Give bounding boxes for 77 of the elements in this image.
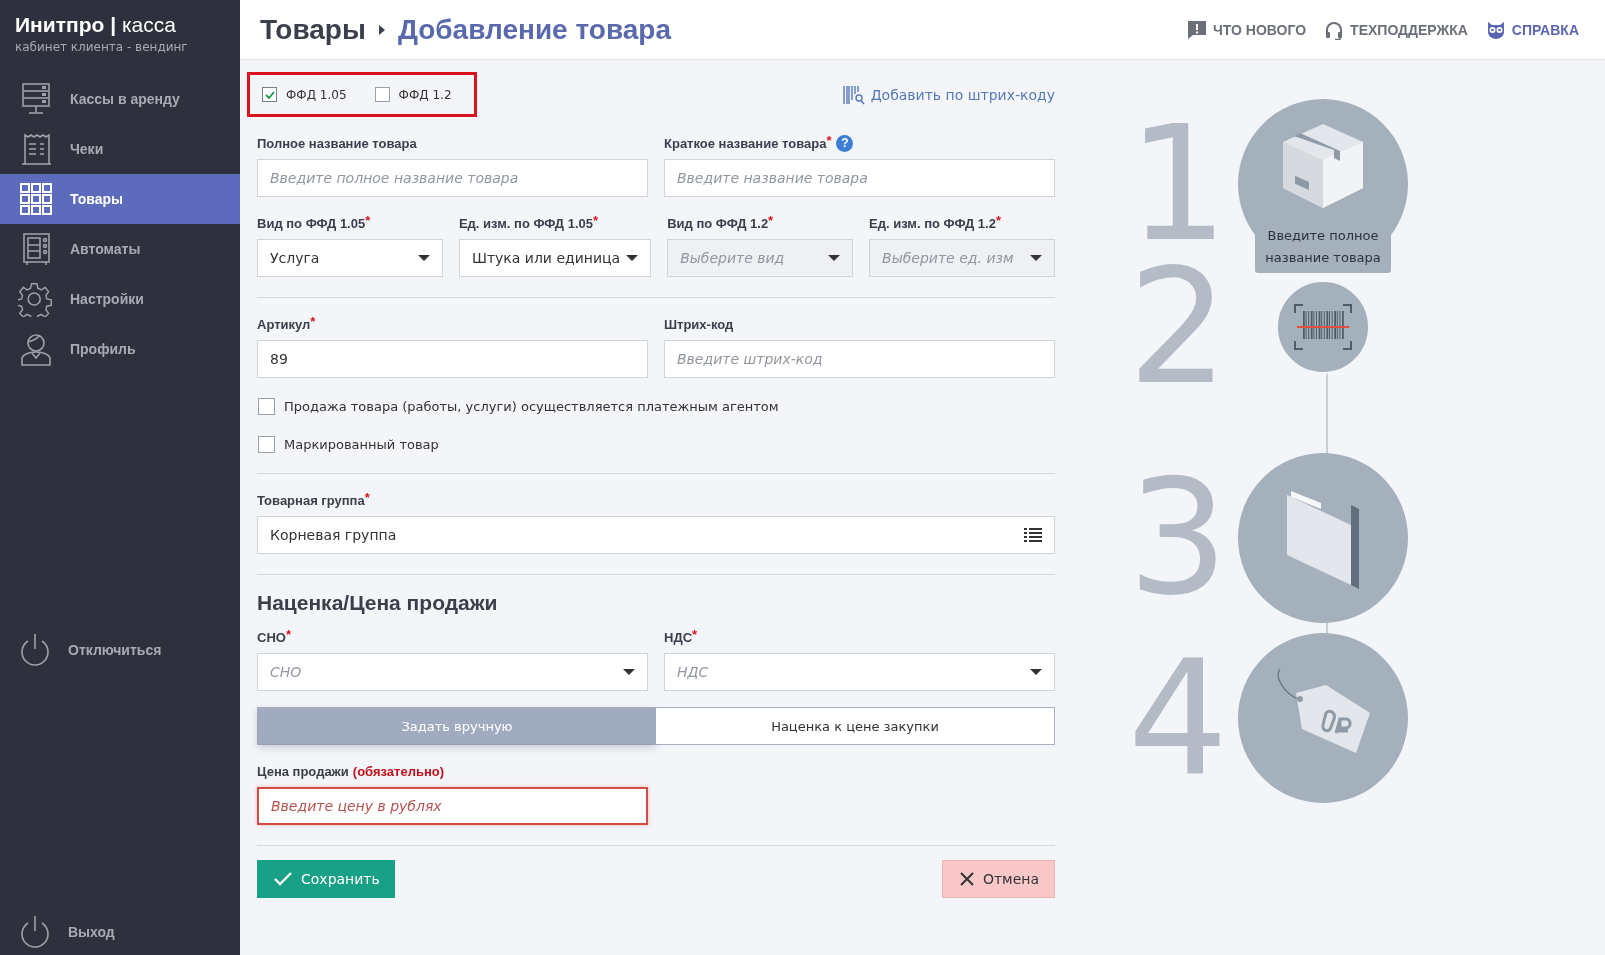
help-icon[interactable]: ? (836, 134, 854, 152)
dropdown[interactable]: СНО (257, 653, 648, 691)
power-icon (18, 632, 52, 668)
field-label: Вид по ФФД 1.2 (667, 215, 769, 231)
barcode-search-link[interactable]: Добавить по штрих-коду (842, 84, 1055, 105)
save-button[interactable]: Сохранить (257, 860, 395, 898)
checkbox[interactable]: Маркированный товар (257, 436, 1055, 453)
required-note: (обязательно) (352, 763, 445, 779)
page-title: Добавление товара (397, 13, 671, 46)
caret-icon (626, 255, 639, 261)
cancel-button[interactable]: Отмена (941, 860, 1055, 898)
power-icon (18, 914, 52, 950)
required-mark: * (768, 213, 774, 228)
required-mark: * (364, 490, 370, 505)
required-mark: * (285, 627, 291, 642)
step-number: 4 (1126, 658, 1230, 778)
input-field[interactable]: Введите цену в рублях (257, 787, 648, 825)
owl-icon (1485, 19, 1506, 40)
checkbox[interactable]: ФФД 1.2 (374, 87, 452, 102)
field-label: НДС (664, 629, 693, 645)
caret-icon (623, 669, 635, 675)
step-number: 1 (1126, 124, 1230, 244)
dropdown[interactable]: НДС (664, 653, 1055, 691)
caret-icon (1030, 255, 1042, 261)
field-label: Вид по ФФД 1.05 (257, 215, 366, 231)
gear-icon (18, 281, 54, 317)
required-mark: * (995, 213, 1001, 228)
sidebar-item[interactable]: Кассы в аренду (0, 74, 240, 124)
checkbox[interactable]: Продажа товара (работы, услуги) осуществляется платежным агентом (257, 398, 1055, 415)
caret-icon (1030, 669, 1042, 675)
caret-icon (828, 255, 841, 261)
input-field[interactable]: 89 (257, 340, 648, 378)
required-mark: * (310, 314, 316, 329)
field-label: Штрих-код (664, 316, 734, 332)
sidebar-item[interactable]: Профиль (0, 324, 240, 374)
dropdown[interactable]: Услуга (257, 239, 443, 277)
close-icon (958, 871, 975, 887)
field-label: Товарная группа (257, 492, 365, 508)
user-icon (18, 331, 54, 367)
required-mark: * (692, 627, 698, 642)
field-label: Цена продажи (257, 763, 349, 779)
grid-icon (18, 181, 54, 217)
caret-icon (417, 255, 430, 261)
sidebar-item[interactable]: Автоматы (0, 224, 240, 274)
field-label: Артикул (257, 316, 311, 332)
required-mark: * (365, 213, 371, 228)
chevron-icon (377, 24, 386, 35)
header-link[interactable]: ЧТО НОВОГО (1186, 19, 1307, 40)
checkbox[interactable]: ФФД 1.05 (262, 87, 347, 102)
required-mark: * (592, 213, 599, 228)
field-label: СНО (257, 629, 286, 645)
section-heading: Наценка/Цена продажи (257, 591, 499, 615)
field-label: Краткое название товара (664, 135, 827, 151)
field-label: Полное название товара (257, 135, 417, 151)
sidebar-item[interactable]: Настройки (0, 274, 240, 324)
required-mark: * (826, 133, 832, 148)
checkmark-icon (264, 90, 275, 99)
logo-text: Инитпро | касса (15, 13, 177, 37)
group-picker[interactable]: Корневая группа (257, 516, 1055, 554)
header-link[interactable]: СПРАВКА (1485, 19, 1579, 40)
dropdown[interactable]: Штука или единица (458, 239, 652, 277)
check-icon (273, 871, 293, 887)
sidebar-item[interactable]: Выход (0, 909, 240, 955)
logo-subtitle: кабинет клиента - вендинг (15, 40, 189, 54)
message-icon (1186, 19, 1207, 40)
field-label: Ед. изм. по ФФД 1.05 (458, 215, 593, 231)
sidebar-item[interactable]: Чеки (0, 124, 240, 174)
headset-icon (1324, 19, 1345, 40)
header-link[interactable]: ТЕХПОДДЕРЖКА (1324, 19, 1468, 40)
barcode-drawing (1293, 303, 1353, 351)
toggle-option[interactable]: Наценка к цене закупки (656, 708, 1054, 744)
sidebar-item[interactable]: Отключиться (0, 625, 240, 675)
list-icon (1024, 528, 1042, 542)
field-label: Ед. изм. по ФФД 1.2 (869, 215, 996, 231)
sidebar-item[interactable]: Товары (0, 174, 240, 224)
barcode-search-icon (842, 84, 865, 105)
breadcrumb-link[interactable]: Товары (260, 13, 366, 46)
